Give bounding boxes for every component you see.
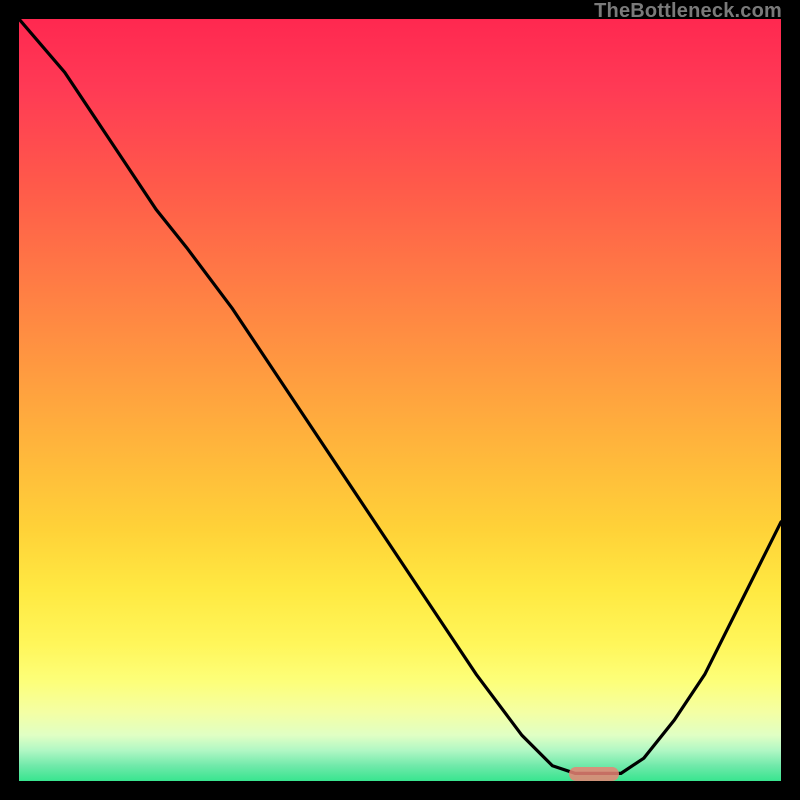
chart-plot-area	[17, 17, 783, 783]
watermark-text: TheBottleneck.com	[594, 0, 782, 23]
chart-frame: TheBottleneck.com	[0, 0, 800, 800]
chart-curve-svg	[19, 19, 781, 781]
chart-curve-path	[19, 19, 781, 773]
chart-marker	[569, 767, 619, 781]
